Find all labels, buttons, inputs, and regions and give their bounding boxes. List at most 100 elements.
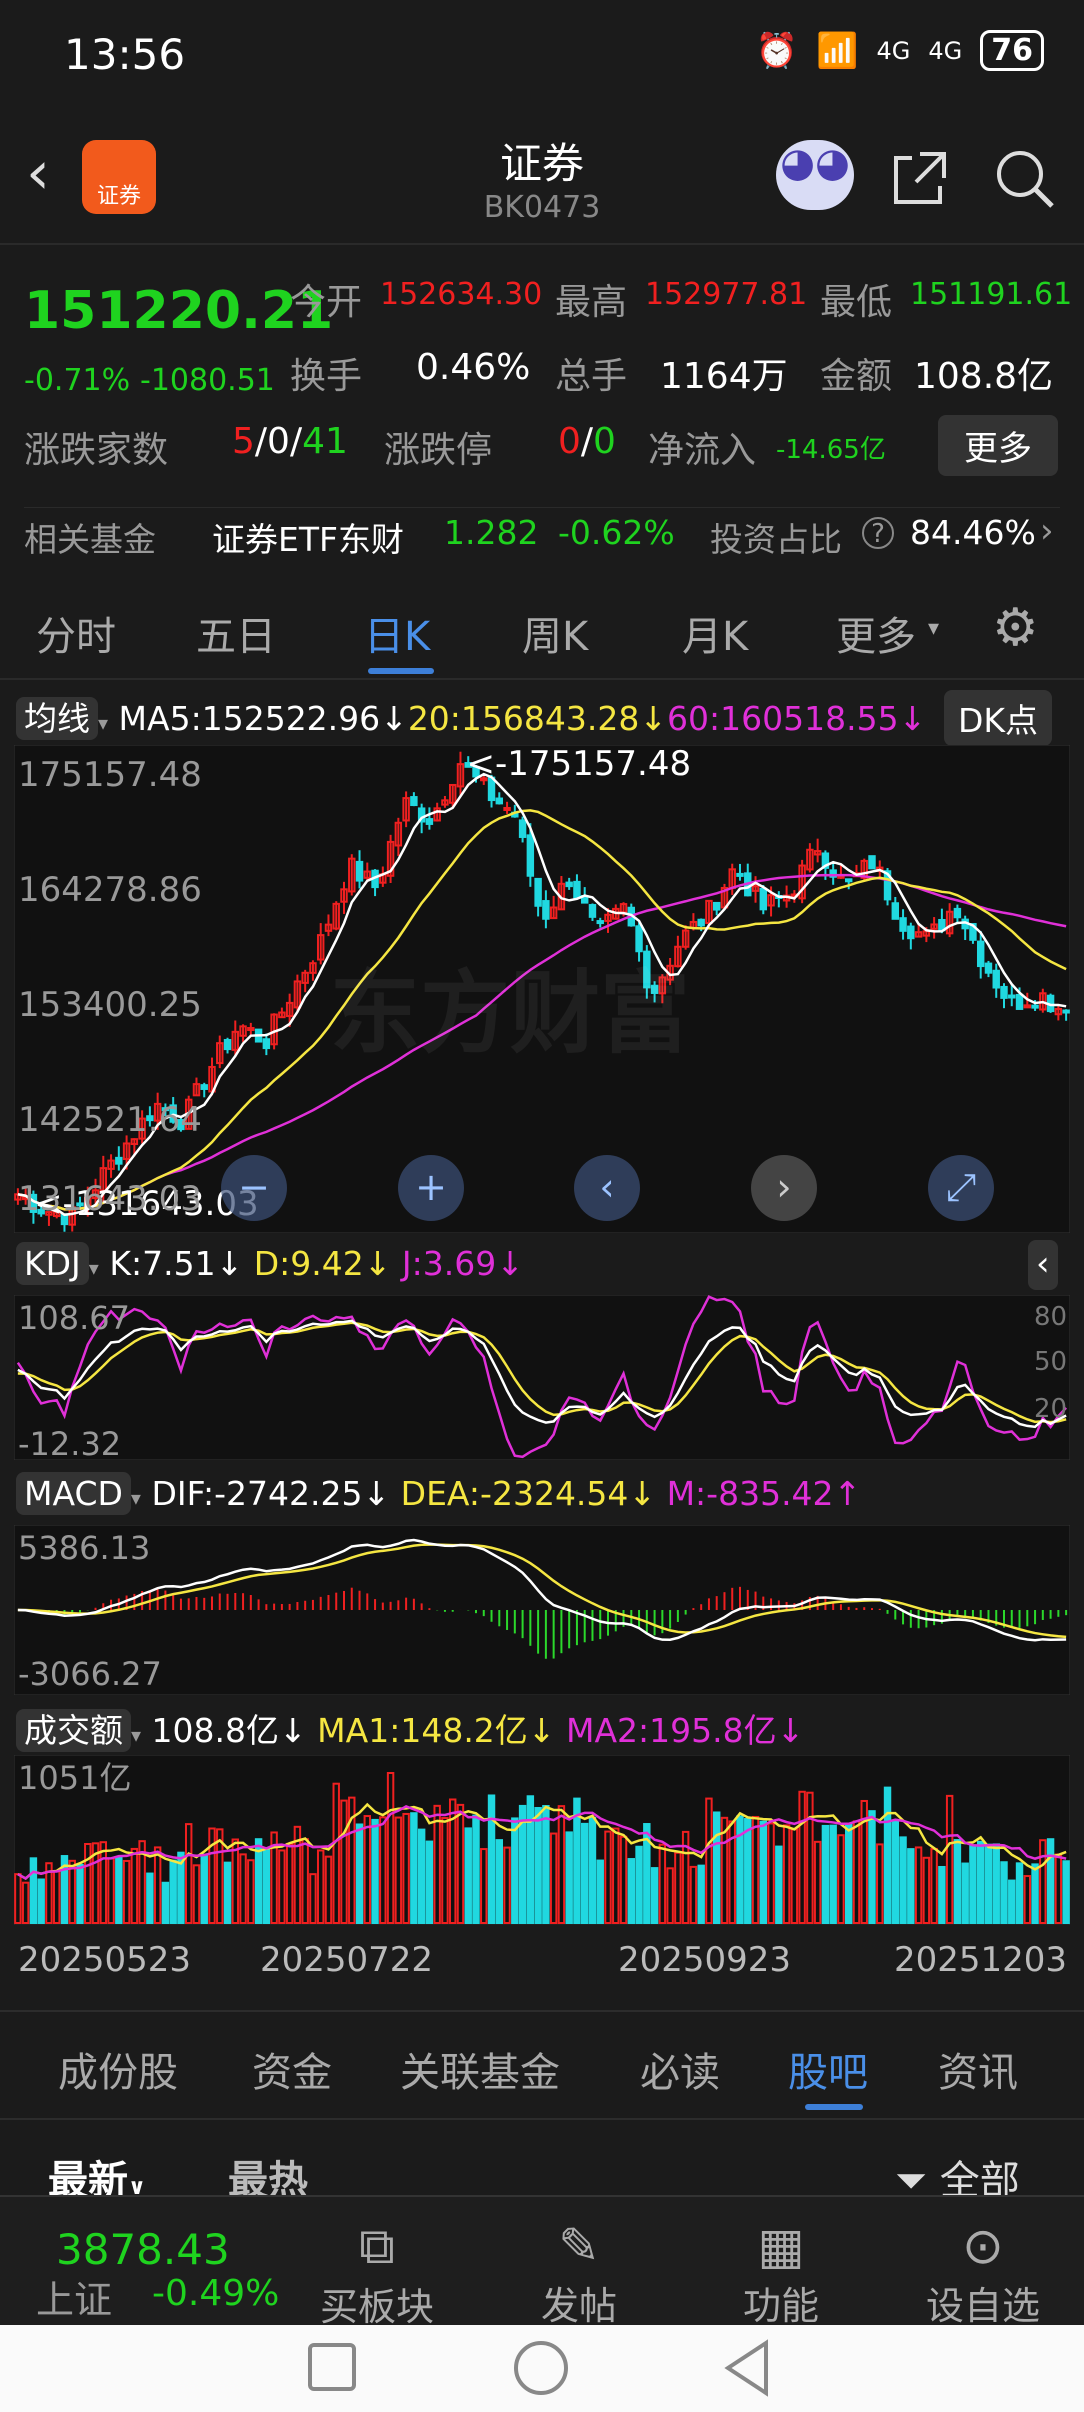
system-nav — [0, 2325, 1084, 2412]
nav-buy-sector[interactable]: 买板块 — [302, 2276, 452, 2331]
change-amount: -1080.51 — [140, 363, 275, 398]
volume-bar — [161, 1881, 170, 1924]
volume-bar — [829, 1824, 837, 1924]
volume-bar — [984, 1843, 993, 1924]
search-icon[interactable] — [992, 146, 1056, 210]
volume-bar — [938, 1865, 946, 1925]
volume-bar — [883, 1786, 892, 1924]
nav-functions[interactable]: 功能 — [706, 2275, 856, 2330]
tab-more[interactable]: 更多 — [836, 604, 916, 662]
tab-monthly-k[interactable]: 月K — [682, 604, 748, 662]
volume-bar — [472, 1814, 480, 1925]
dropdown-icon: ▾ — [130, 1486, 141, 1510]
nav-add-watchlist[interactable]: 设自选 — [908, 2275, 1058, 2330]
high-value: 152977.81 — [645, 277, 808, 312]
signal-icon: 4G — [876, 36, 911, 65]
zoom-out-button[interactable]: − — [221, 1155, 287, 1221]
volume-label: 总手 — [555, 356, 628, 397]
open-label: 今开 — [290, 282, 363, 323]
volume-bar — [511, 1817, 519, 1924]
candle-body — [200, 1084, 208, 1090]
tab-news[interactable]: 资讯 — [938, 2040, 1018, 2098]
candle-body — [495, 797, 504, 805]
tab-forum[interactable]: 股吧 — [788, 2040, 868, 2098]
ratio-label: 投资占比 — [710, 520, 842, 559]
volume-bar — [1015, 1862, 1024, 1924]
ma-selector[interactable]: 均线 — [16, 697, 98, 740]
tab-must-read[interactable]: 必读 — [640, 2040, 720, 2098]
volume-bar — [775, 1845, 783, 1924]
tab-five-day[interactable]: 五日 — [196, 604, 276, 662]
tab-capital[interactable]: 资金 — [252, 2040, 332, 2098]
header: ‹ 证券 证券 BK0473 ◕◕ — [0, 110, 1084, 245]
kdj-axis-label: 108.67 — [18, 1299, 130, 1337]
volume-bar — [200, 1853, 208, 1924]
collapse-panel-button[interactable]: ‹ — [1028, 1240, 1058, 1290]
price-axis-label: 131643.03 — [18, 1179, 202, 1219]
candle-body — [573, 880, 581, 899]
dropdown-icon: ▾ — [928, 616, 940, 641]
volume-bar — [736, 1815, 744, 1924]
related-fund-label: 相关基金 — [24, 520, 156, 559]
index-ticker[interactable]: 3878.43 — [56, 2225, 230, 2274]
back-nav-button[interactable] — [722, 2339, 772, 2397]
price-axis-label: 175157.48 — [18, 755, 202, 795]
date-axis-label: 20250722 — [260, 1940, 434, 1980]
share-icon[interactable] — [890, 148, 950, 208]
tab-intraday[interactable]: 分时 — [36, 604, 116, 662]
unchanged: /0/ — [254, 421, 303, 462]
zoom-in-button[interactable]: + — [398, 1155, 464, 1221]
volume-bar — [627, 1858, 636, 1924]
dk-point-button[interactable]: DK点 — [944, 690, 1053, 746]
max-price-label: <-175157.48 — [466, 745, 691, 784]
tab-related-funds[interactable]: 关联基金 — [400, 2040, 560, 2098]
candle-body — [899, 917, 907, 932]
volume-bar — [410, 1812, 418, 1924]
macd-selector[interactable]: MACD — [16, 1472, 131, 1515]
candle-body — [534, 877, 542, 907]
volume-bar — [976, 1840, 985, 1924]
fullscreen-button[interactable]: ⤢ — [928, 1155, 994, 1221]
scroll-right-button[interactable]: › — [751, 1155, 817, 1221]
candle-body — [596, 920, 604, 925]
chevron-right-icon[interactable]: › — [1040, 511, 1054, 551]
turnover-label: 换手 — [290, 356, 363, 397]
candle-body — [518, 819, 527, 838]
period-tabs: 分时 五日 日K 周K 月K 更多 ▾ ⚙ — [0, 580, 1084, 680]
robot-assistant-icon[interactable]: ◕◕ — [776, 140, 854, 210]
volume-bar — [891, 1820, 900, 1924]
grid-icon: ▦ — [757, 2217, 805, 2275]
recents-button[interactable] — [308, 2343, 356, 2391]
help-icon[interactable]: ? — [862, 517, 894, 549]
macd-legend: MACD ▾ DIF:-2742.25↓ DEA:-2324.54↓ M:-835… — [16, 1472, 861, 1515]
volume-chart: 1051亿 — [14, 1755, 1070, 1925]
gear-icon[interactable]: ⚙ — [992, 598, 1039, 658]
divider — [24, 507, 1060, 508]
candle-body — [503, 806, 511, 811]
tab-constituents[interactable]: 成份股 — [58, 2040, 178, 2098]
advance-decline-value: 5/0/41 — [232, 421, 348, 462]
volume-selector[interactable]: 成交额 — [16, 1709, 131, 1752]
candle-body — [565, 881, 573, 888]
tab-weekly-k[interactable]: 周K — [522, 604, 588, 662]
tab-daily-k[interactable]: 日K — [364, 604, 430, 662]
kdj-selector[interactable]: KDJ — [16, 1242, 89, 1285]
volume-bar — [759, 1820, 768, 1924]
fund-name[interactable]: 证券ETF东财 — [212, 513, 404, 561]
candle-body — [1008, 994, 1016, 999]
volume-bar — [907, 1848, 915, 1924]
nav-post[interactable]: 发帖 — [504, 2275, 654, 2330]
candle-body — [984, 962, 993, 974]
candle-body — [953, 907, 962, 919]
scroll-left-button[interactable]: ‹ — [574, 1155, 640, 1221]
volume-bar — [425, 1840, 434, 1924]
limit-label: 涨跌停 — [384, 430, 493, 471]
home-button[interactable] — [514, 2341, 568, 2395]
sector-icon: ⧉ — [359, 2217, 395, 2275]
alarm-icon: ⏰ — [755, 30, 799, 71]
volume-bar — [262, 1849, 271, 1924]
candle-body — [736, 872, 744, 877]
watermark: 东方财富 — [330, 961, 690, 1066]
active-tab-indicator — [368, 668, 434, 674]
more-button[interactable]: 更多 — [938, 415, 1058, 476]
